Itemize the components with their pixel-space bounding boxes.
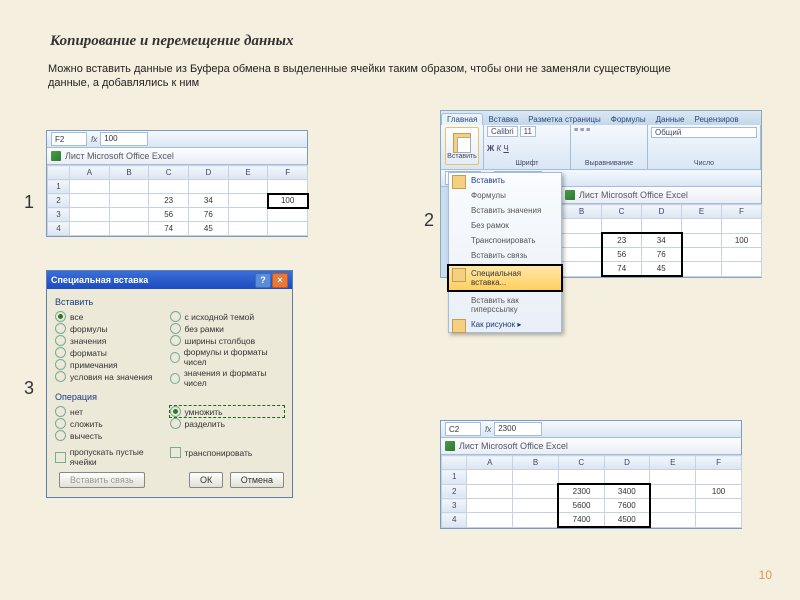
formula-bar[interactable]: 100 bbox=[100, 132, 148, 146]
number-format-select[interactable]: Общий bbox=[651, 127, 757, 138]
radio-op-sub[interactable]: вычесть bbox=[55, 430, 170, 441]
menu-item-values: Вставить значения bbox=[449, 203, 561, 218]
worksheet-grid[interactable]: ABCDEF 1 22334100 35676 47445 bbox=[47, 165, 308, 236]
excel-sheet-icon bbox=[51, 151, 61, 161]
slide-intro-text: Можно вставить данные из Буфера обмена в… bbox=[48, 62, 698, 91]
check-skip-blanks[interactable]: пропускать пустые ячейки bbox=[55, 447, 170, 467]
step-number-3: 3 bbox=[24, 378, 34, 399]
radio-formulas[interactable]: формулы bbox=[55, 323, 170, 334]
font-select[interactable]: Calibri bbox=[487, 126, 518, 137]
help-button[interactable]: ? bbox=[255, 273, 271, 288]
worksheet-grid[interactable]: ABCDEF 1 223003400100 356007600 47400450… bbox=[441, 455, 742, 528]
step-number-2: 2 bbox=[424, 210, 434, 231]
excel-screenshot-result: C2 fx 2300 Лист Microsoft Office Excel A… bbox=[440, 420, 742, 529]
radio-op-multiply[interactable]: умножить bbox=[170, 406, 285, 417]
ribbon-tab-home[interactable]: Главная bbox=[441, 113, 483, 125]
radio-values[interactable]: значения bbox=[55, 335, 170, 346]
font-size-select[interactable]: 11 bbox=[520, 126, 536, 137]
radio-op-divide[interactable]: разделить bbox=[170, 418, 285, 429]
cancel-button[interactable]: Отмена bbox=[230, 472, 284, 488]
radio-values-num[interactable]: значения и форматы чисел bbox=[170, 368, 285, 388]
selected-cell: 100 bbox=[268, 194, 308, 208]
ribbon-tab-layout[interactable]: Разметка страницы bbox=[523, 114, 606, 125]
close-button[interactable]: × bbox=[272, 273, 288, 288]
menu-item-formulas: Формулы bbox=[449, 188, 561, 203]
radio-comments[interactable]: примечания bbox=[55, 359, 170, 370]
sheet-tab-title: Лист Microsoft Office Excel bbox=[65, 151, 174, 161]
menu-item-paste-special[interactable]: Специальная вставка... bbox=[448, 265, 562, 291]
excel-sheet-icon bbox=[565, 190, 575, 200]
check-transpose[interactable]: транспонировать bbox=[170, 447, 285, 458]
ribbon-tab-formulas[interactable]: Формулы bbox=[606, 114, 651, 125]
paste-context-menu: Вставить Формулы Вставить значения Без р… bbox=[448, 172, 562, 333]
ribbon-tab-data[interactable]: Данные bbox=[651, 114, 690, 125]
ribbon-tab-insert[interactable]: Вставка bbox=[483, 114, 523, 125]
excel-screenshot-1: F2 fx 100 Лист Microsoft Office Excel AB… bbox=[46, 130, 308, 237]
clipboard-icon bbox=[452, 175, 466, 189]
radio-colwidth[interactable]: ширины столбцов bbox=[170, 335, 285, 346]
menu-item-hyperlink: Вставить как гиперссылку bbox=[449, 293, 561, 317]
menu-item-link: Вставить связь bbox=[449, 248, 561, 263]
radio-all[interactable]: все bbox=[55, 311, 170, 322]
slide-title: Копирование и перемещение данных bbox=[50, 33, 294, 50]
radio-validation[interactable]: условия на значения bbox=[55, 371, 170, 382]
radio-formulas-num[interactable]: формулы и форматы чисел bbox=[170, 347, 285, 367]
fx-icon[interactable]: fx bbox=[91, 135, 97, 144]
menu-item-as-picture[interactable]: Как рисунок ▸ bbox=[449, 317, 561, 332]
fx-icon[interactable]: fx bbox=[485, 425, 491, 434]
radio-formats[interactable]: форматы bbox=[55, 347, 170, 358]
radio-noborder[interactable]: без рамки bbox=[170, 323, 285, 334]
ribbon-tab-review[interactable]: Рецензиров bbox=[689, 114, 743, 125]
menu-item-paste[interactable]: Вставить bbox=[449, 173, 561, 188]
clipboard-icon bbox=[452, 268, 466, 282]
paste-link-button: Вставить связь bbox=[59, 472, 145, 488]
ribbon-tab-row: Главная Вставка Разметка страницы Формул… bbox=[441, 111, 761, 125]
step-number-1: 1 bbox=[24, 192, 34, 213]
picture-icon bbox=[452, 319, 466, 333]
radio-source-theme[interactable]: с исходной темой bbox=[170, 311, 285, 322]
page-number: 10 bbox=[759, 568, 772, 582]
radio-op-none[interactable]: нет bbox=[55, 406, 170, 417]
formula-bar[interactable]: 2300 bbox=[494, 422, 542, 436]
name-box[interactable]: F2 bbox=[51, 132, 87, 146]
name-box[interactable]: C2 bbox=[445, 422, 481, 436]
group-operation-label: Операция bbox=[55, 392, 284, 402]
menu-item-transpose: Транспонировать bbox=[449, 233, 561, 248]
worksheet-grid[interactable]: BCDEF 2334100 5676 7445 bbox=[561, 204, 762, 277]
clipboard-icon bbox=[453, 133, 471, 153]
menu-item-noborders: Без рамок bbox=[449, 218, 561, 233]
dialog-titlebar: Специальная вставка ?× bbox=[47, 271, 292, 289]
paste-button[interactable]: Вставить bbox=[445, 127, 479, 165]
paste-special-dialog: Специальная вставка ?× Вставить все форм… bbox=[46, 270, 293, 498]
excel-sheet-icon bbox=[445, 441, 455, 451]
group-insert-label: Вставить bbox=[55, 297, 284, 307]
ok-button[interactable]: ОК bbox=[189, 472, 223, 488]
radio-op-add[interactable]: сложить bbox=[55, 418, 170, 429]
